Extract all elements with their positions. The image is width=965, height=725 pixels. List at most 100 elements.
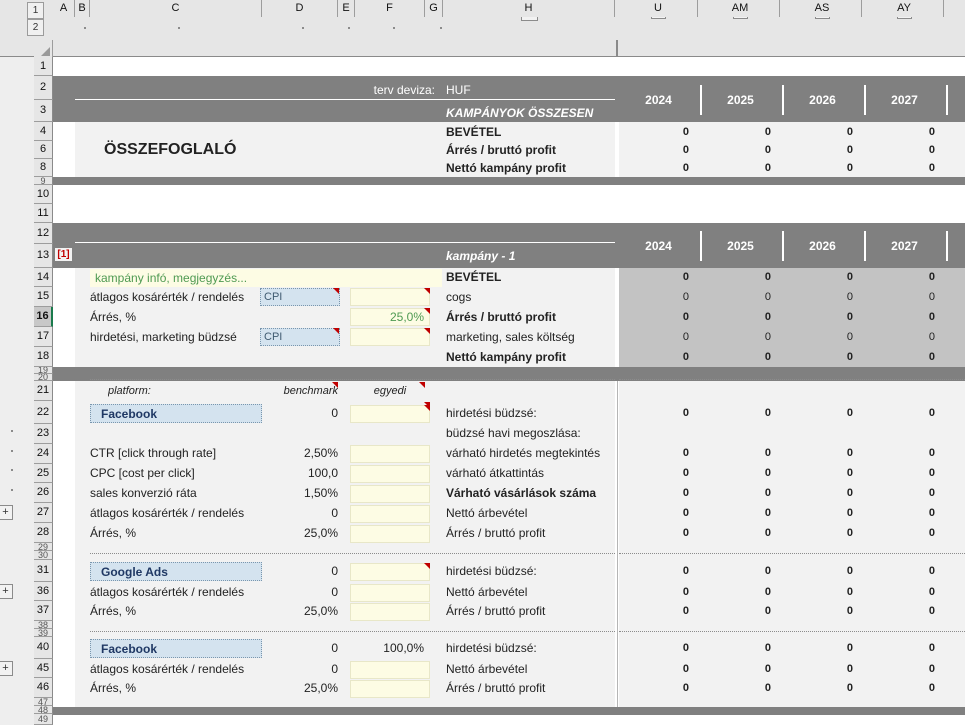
custom-comment-icon[interactable] [419,382,425,388]
row-header-24[interactable]: 24 [34,444,53,464]
platform-custom-input[interactable] [350,465,430,483]
campaign-value-comment-icon-2[interactable] [424,328,430,334]
campaign-value-comment-icon-0[interactable] [424,288,430,294]
row-header-40[interactable]: 40 [34,637,53,659]
platform-header-comment-icon[interactable] [424,402,430,408]
platform-custom-comment-icon[interactable] [424,563,430,569]
row-header-15[interactable]: 15 [34,287,53,307]
campaign-value-cell: 0 [764,331,771,343]
benchmark-comment-icon[interactable] [332,382,338,388]
platform-benchmark-value: 25,0% [303,526,338,540]
row-header-4[interactable]: 4 [34,122,53,141]
row-header-18[interactable]: 18 [34,347,53,367]
row-header-31[interactable]: 31 [34,560,53,582]
platform-row-label: CTR [click through rate] [90,446,217,460]
row-header-26[interactable]: 26 [34,483,53,503]
column-header-H[interactable]: H [443,0,615,17]
row-header-16[interactable]: 16 [34,307,53,327]
platform-value-cell: 0 [928,682,935,694]
platform-custom-input[interactable] [350,405,430,423]
platform-select-0[interactable]: Facebook [90,404,262,423]
platform-custom-input[interactable] [350,505,430,523]
platform-value-cell: 0 [682,407,689,419]
row-header-22[interactable]: 22 [34,401,53,424]
row-header-27[interactable]: 27 [34,503,53,523]
row-header-49[interactable]: 49 [34,714,53,725]
row-header-2[interactable]: 2 [34,76,53,100]
row-header-10[interactable]: 10 [34,185,53,204]
row-header-3[interactable]: 3 [34,100,53,122]
platform-custom-input[interactable] [350,485,430,503]
campaign-name[interactable]: kampány - 1 [446,247,616,266]
platform-custom-input[interactable] [350,661,430,679]
row-header-9[interactable]: 9 [34,177,53,185]
outline-level-1-button[interactable]: 1 [27,2,44,19]
column-header-F[interactable]: F [355,0,425,17]
platform-value-cell: 0 [846,467,853,479]
column-header-A[interactable]: A [53,0,75,17]
row-header-47[interactable]: 47 [34,698,53,706]
platform-custom-input[interactable] [350,563,430,581]
campaign-year-2024: 2024 [645,239,672,253]
campaign-unit-select-0[interactable]: CPI [260,288,340,306]
row-header-12[interactable]: 12 [34,223,53,244]
plan-currency-value[interactable]: HUF [446,81,606,100]
row-header-39[interactable]: 39 [34,629,53,637]
campaign-unit-comment-icon-0[interactable] [333,288,339,294]
row-header-48[interactable]: 48 [34,706,53,714]
row-header-17[interactable]: 17 [34,327,53,347]
platform-row-label: Árrés, % [90,604,137,618]
column-header-AY[interactable]: AY [865,0,944,17]
row-group-expand-button-36[interactable]: + [0,584,13,599]
platform-select-2[interactable]: Facebook [90,639,262,658]
row-header-8[interactable]: 8 [34,159,53,177]
campaign-value-input-0[interactable] [350,288,430,306]
column-header-AM[interactable]: AM [701,0,780,17]
platform-select-1[interactable]: Google Ads [90,562,262,581]
platform-custom-input[interactable] [350,680,430,698]
row-header-46[interactable]: 46 [34,678,53,698]
column-header-U[interactable]: U [619,0,698,17]
row-group-expand-button-45[interactable]: + [0,661,13,676]
row-header-20[interactable]: 20 [34,374,53,381]
platform-value-cell: 0 [846,487,853,499]
row-header-45[interactable]: 45 [34,659,53,678]
platform-value-cell: 0 [846,663,853,675]
column-header-AS[interactable]: AS [783,0,862,17]
row-header-38[interactable]: 38 [34,621,53,629]
row-header-14[interactable]: 14 [34,268,53,287]
column-header-C[interactable]: C [90,0,262,17]
row-header-19[interactable]: 19 [34,367,53,374]
campaign-input-label-2: hirdetési, marketing büdzsé [90,330,237,344]
row-header-25[interactable]: 25 [34,464,53,483]
row-header-6[interactable]: 6 [34,141,53,159]
platform-custom-input[interactable] [350,584,430,602]
column-header-E[interactable]: E [338,0,355,17]
platform-custom-input[interactable] [350,603,430,621]
campaign-unit-select-2[interactable]: CPI [260,328,340,346]
column-header-G[interactable]: G [425,0,443,17]
row-header-36[interactable]: 36 [34,582,53,601]
campaign-value-comment-icon-1[interactable] [424,308,430,314]
row-header-28[interactable]: 28 [34,523,53,543]
row-header-30[interactable]: 30 [34,551,53,560]
row-header-21[interactable]: 21 [34,381,53,401]
row-header-29[interactable]: 29 [34,543,53,551]
campaign-unit-comment-icon-2[interactable] [333,328,339,334]
row-header-13[interactable]: 13 [34,244,53,268]
select-all-corner[interactable] [34,40,53,57]
row-header-11[interactable]: 11 [34,204,53,223]
column-header-B[interactable]: B [75,0,90,17]
campaign-note-input[interactable]: kampány infó, megjegyzés... [90,269,442,287]
campaign-value-input-2[interactable] [350,328,430,346]
platform-value-cell: 0 [928,642,935,654]
platform-custom-input[interactable] [350,525,430,543]
platform-custom-input[interactable] [350,445,430,463]
column-header-D[interactable]: D [262,0,338,17]
row-group-expand-button-27[interactable]: + [0,505,13,520]
row-header-37[interactable]: 37 [34,601,53,621]
outline-level-2-button[interactable]: 2 [27,19,44,36]
row-header-1[interactable]: 1 [34,57,53,76]
row-header-23[interactable]: 23 [34,424,53,444]
platform-value-cell: 0 [846,565,853,577]
